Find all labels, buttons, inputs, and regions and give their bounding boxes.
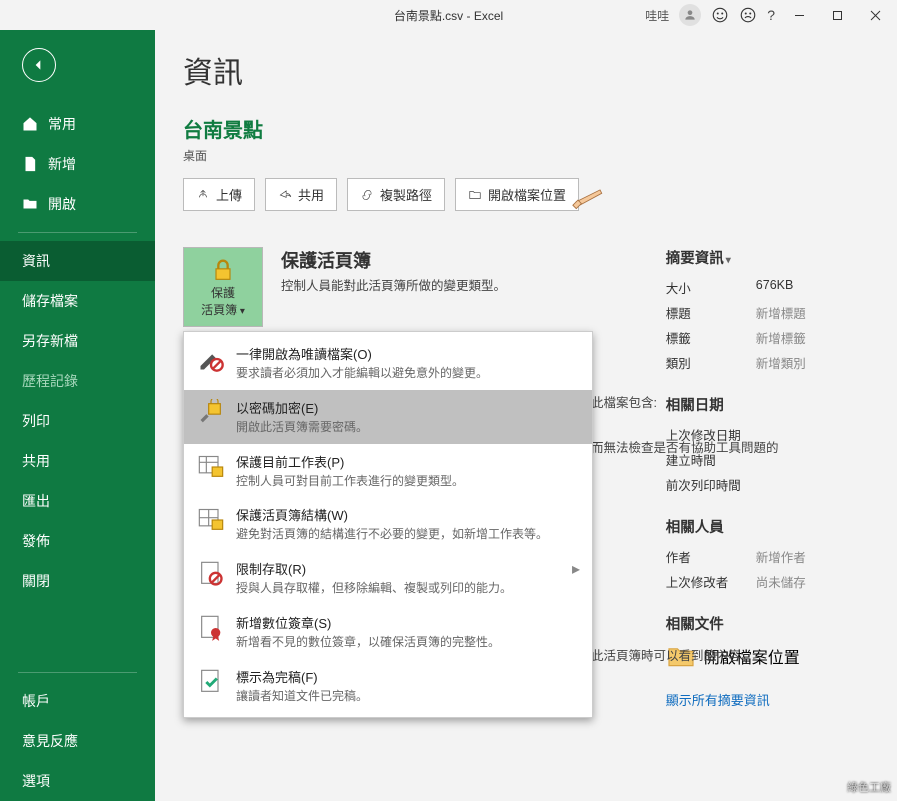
menu-restrict-access[interactable]: 限制存取(R)授與人員存取權，但移除編輯、複製或列印的能力。 ▸ [184,551,592,605]
sidebar-item-share[interactable]: 共用 [0,441,155,481]
sidebar-item-publish[interactable]: 發佈 [0,521,155,561]
sidebar-item-close[interactable]: 關閉 [0,561,155,601]
protect-title: 保護活頁簿 [281,247,506,273]
show-all-props-link[interactable]: 顯示所有摘要資訊 [666,690,869,709]
prop-lastmod: 尚未儲存 [756,572,806,591]
prop-size: 676KB [756,278,794,297]
menu-protect-sheet[interactable]: 保護目前工作表(P)控制人員可對目前工作表進行的變更類型。 [184,444,592,498]
sidebar-item-info[interactable]: 資訊 [0,241,155,281]
sidebar-item-print[interactable]: 列印 [0,401,155,441]
chevron-right-icon: ▸ [572,559,580,597]
document-location: 桌面 [183,147,869,164]
sidebar-item-export[interactable]: 匯出 [0,481,155,521]
sheet-lock-icon [196,452,226,482]
protect-desc: 控制人員能對此活頁簿所做的變更類型。 [281,277,506,296]
inspect-text: 此檔案包含: 而無法檢查是否有協助工具問題的 [591,392,811,460]
sidebar-item-feedback[interactable]: 意見反應 [0,721,155,761]
close-button[interactable] [861,1,889,29]
minimize-button[interactable] [785,1,813,29]
sidebar: 常用 新增 開啟 資訊 儲存檔案 另存新檔 歷程記錄 列印 共用 匯出 發佈 關… [0,30,155,801]
related-docs-heading: 相關文件 [666,613,869,634]
key-lock-icon [196,398,226,428]
sidebar-item-history[interactable]: 歷程記錄 [0,361,155,401]
structure-lock-icon [196,505,226,535]
ribbon-icon [196,613,226,643]
sidebar-item-saveas[interactable]: 另存新檔 [0,321,155,361]
folder-open-icon [22,196,38,212]
copy-path-button[interactable]: 複製路徑 [347,178,445,211]
document-icon [22,156,38,172]
smile-icon[interactable] [711,6,729,24]
upload-button[interactable]: 上傳 [183,178,255,211]
menu-mark-final[interactable]: 標示為完稿(F)讓讀者知道文件已完稿。 [184,659,592,713]
frown-icon[interactable] [739,6,757,24]
home-icon [22,116,38,132]
user-name: 哇哇 [645,7,669,24]
sidebar-item-new[interactable]: 新增 [0,144,155,184]
people-heading: 相關人員 [666,516,869,537]
menu-encrypt[interactable]: 以密碼加密(E)開啟此活頁簿需要密碼。 [184,390,592,444]
menu-readonly[interactable]: 一律開啟為唯讀檔案(O)要求讀者必須加入才能編輯以避免意外的變更。 [184,336,592,390]
document-title: 台南景點 [183,114,869,143]
page-title: 資訊 [183,48,869,92]
sidebar-item-open[interactable]: 開啟 [0,184,155,224]
lock-icon [209,256,237,284]
sidebar-item-save[interactable]: 儲存檔案 [0,281,155,321]
back-button[interactable] [22,48,56,82]
sidebar-item-options[interactable]: 選項 [0,761,155,801]
sidebar-item-home[interactable]: 常用 [0,104,155,144]
sidebar-item-account[interactable]: 帳戶 [0,681,155,721]
pencil-forbid-icon [196,344,226,374]
open-location-button[interactable]: 開啟檔案位置 [455,178,579,211]
help-icon[interactable]: ? [767,7,775,23]
check-doc-icon [196,667,226,697]
protect-dropdown: 一律開啟為唯讀檔案(O)要求讀者必須加入才能編輯以避免意外的變更。 以密碼加密(… [183,331,593,718]
protect-workbook-button[interactable]: 保護 活頁簿 ▾ [183,247,263,327]
avatar[interactable] [679,4,701,26]
cursor-pointer-icon [567,178,611,217]
restrict-icon [196,559,226,589]
menu-protect-structure[interactable]: 保護活頁簿結構(W)避免對活頁簿的結構進行不必要的變更，如新增工作表等。 [184,497,592,551]
share-button[interactable]: 共用 [265,178,337,211]
maximize-button[interactable] [823,1,851,29]
manage-text: 此活頁簿時可以看到的內容。 [591,645,831,668]
menu-digital-signature[interactable]: 新增數位簽章(S)新增看不見的數位簽章，以確保活頁簿的完整性。 [184,605,592,659]
prop-title[interactable]: 新增標題 [756,303,806,322]
properties-heading[interactable]: 摘要資訊▾ [666,247,869,268]
prop-category[interactable]: 新增類別 [756,353,806,372]
prop-tags[interactable]: 新增標籤 [756,328,806,347]
prop-author[interactable]: 新增作者 [756,547,806,566]
window-title: 台南景點.csv - Excel [394,7,503,24]
watermark: 綠色工廠 [847,779,891,795]
